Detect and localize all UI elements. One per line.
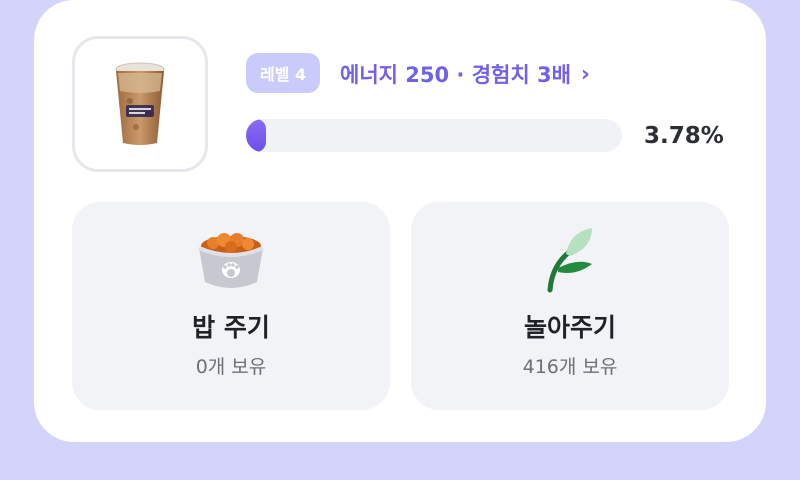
level-progress-percent: 3.78% — [644, 123, 724, 149]
play-title: 놀아주기 — [523, 313, 616, 342]
chevron-right-icon: › — [580, 61, 590, 87]
iced-coffee-icon — [115, 62, 165, 145]
level-progress-bar — [246, 119, 622, 152]
food-bowl-icon — [198, 233, 264, 288]
feed-title: 밥 주기 — [192, 313, 270, 342]
feed-button[interactable]: 밥 주기 0개 보유 — [72, 202, 390, 410]
level-reward-link[interactable]: 에너지 250 · 경험치 3배 › — [340, 55, 590, 93]
sprout-icon — [547, 228, 592, 293]
pet-status-card: 레벨 4 에너지 250 · 경험치 3배 › 3.78% 밥 주기 0개 보유 — [34, 0, 766, 442]
level-progress-fill — [246, 119, 266, 152]
feed-count: 0개 보유 — [195, 356, 267, 378]
play-count: 416개 보유 — [522, 356, 618, 378]
level-badge: 레벨 4 — [246, 53, 321, 93]
pet-image-frame[interactable] — [72, 36, 208, 172]
level-reward-label: 에너지 250 · 경험치 3배 — [340, 63, 571, 87]
play-button[interactable]: 놀아주기 416개 보유 — [411, 202, 729, 410]
